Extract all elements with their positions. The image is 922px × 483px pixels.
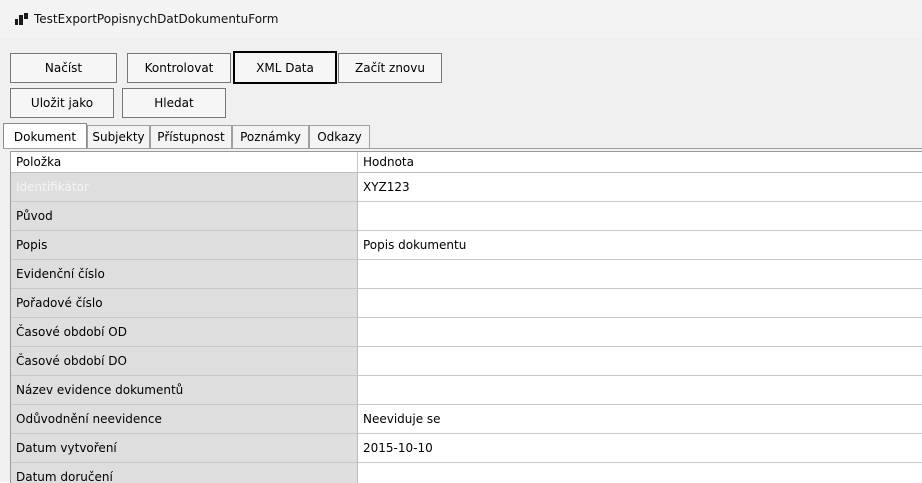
row-key: Datum doručení: [11, 463, 358, 483]
save-as-button[interactable]: Uložit jako: [10, 88, 114, 118]
row-value[interactable]: [358, 202, 922, 231]
grid-row[interactable]: Původ: [11, 202, 922, 231]
title-bar: TestExportPopisnychDatDokumentuForm: [0, 0, 922, 38]
row-value[interactable]: 2015-10-10: [358, 434, 922, 463]
grid-row[interactable]: Časové období OD: [11, 318, 922, 347]
tab-dokument[interactable]: Dokument: [3, 123, 87, 148]
restart-button[interactable]: Začít znovu: [338, 53, 442, 83]
app-icon: [15, 13, 28, 25]
grid-row[interactable]: Identifikátor XYZ123: [11, 173, 922, 202]
app-window: TestExportPopisnychDatDokumentuForm Načí…: [0, 0, 922, 483]
row-key: Evidenční číslo: [11, 260, 358, 289]
grid-row[interactable]: Název evidence dokumentů: [11, 376, 922, 405]
xml-data-button[interactable]: XML Data: [233, 51, 337, 84]
row-value[interactable]: Neeviduje se: [358, 405, 922, 434]
grid-row[interactable]: Odůvodnění neevidence Neeviduje se: [11, 405, 922, 434]
tab-strip: Dokument Subjekty Přístupnost Poznámky O…: [0, 123, 922, 149]
tab-poznamky[interactable]: Poznámky: [232, 125, 309, 148]
grid-row[interactable]: Časové období DO: [11, 347, 922, 376]
load-button[interactable]: Načíst: [10, 53, 117, 83]
column-header-hodnota[interactable]: Hodnota: [358, 152, 922, 172]
grid-row[interactable]: Datum doručení: [11, 463, 922, 483]
row-value[interactable]: Popis dokumentu: [358, 231, 922, 260]
search-button[interactable]: Hledat: [122, 88, 226, 118]
grid-row[interactable]: Pořadové číslo: [11, 289, 922, 318]
tab-subjekty[interactable]: Subjekty: [87, 125, 150, 148]
row-key: Název evidence dokumentů: [11, 376, 358, 405]
grid-row[interactable]: Evidenční číslo: [11, 260, 922, 289]
row-key: Odůvodnění neevidence: [11, 405, 358, 434]
row-key: Časové období OD: [11, 318, 358, 347]
row-value[interactable]: [358, 318, 922, 347]
row-value[interactable]: XYZ123: [358, 173, 922, 202]
tab-pristupnost[interactable]: Přístupnost: [150, 125, 232, 148]
column-header-polozka[interactable]: Položka: [11, 152, 358, 172]
tab-odkazy[interactable]: Odkazy: [309, 125, 370, 148]
row-key: Původ: [11, 202, 358, 231]
row-value[interactable]: [358, 347, 922, 376]
row-key: Datum vytvoření: [11, 434, 358, 463]
tab-divider: [3, 148, 922, 149]
row-value[interactable]: [358, 260, 922, 289]
row-key: Popis: [11, 231, 358, 260]
property-grid[interactable]: Položka Hodnota Identifikátor XYZ123 Pův…: [10, 151, 922, 483]
grid-row[interactable]: Popis Popis dokumentu: [11, 231, 922, 260]
row-value[interactable]: [358, 463, 922, 483]
window-title: TestExportPopisnychDatDokumentuForm: [34, 12, 279, 26]
row-key: Časové období DO: [11, 347, 358, 376]
row-key: Pořadové číslo: [11, 289, 358, 318]
check-button[interactable]: Kontrolovat: [127, 53, 231, 83]
grid-row[interactable]: Datum vytvoření 2015-10-10: [11, 434, 922, 463]
row-key: Identifikátor: [11, 173, 358, 202]
grid-header: Položka Hodnota: [11, 152, 922, 173]
row-value[interactable]: [358, 289, 922, 318]
row-value[interactable]: [358, 376, 922, 405]
